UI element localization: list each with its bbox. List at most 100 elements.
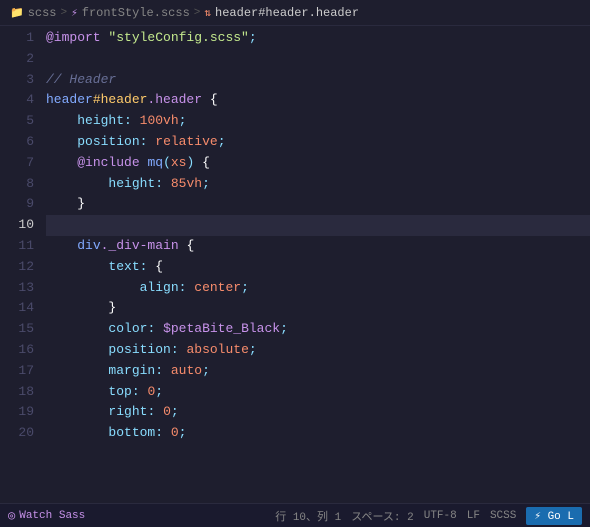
line-num-19: 19 (0, 402, 46, 423)
watch-sass-button[interactable]: ◎ Watch Sass (8, 508, 85, 523)
token (46, 402, 108, 423)
breadcrumb-file[interactable]: ⚡ frontStyle.scss (71, 6, 190, 20)
editor: 1 2 3 4 5 6 7 8 9 10 11 12 13 14 15 16 1… (0, 26, 590, 503)
token: : (147, 319, 155, 340)
line-num-4: 4 (0, 90, 46, 111)
token: @include (77, 153, 139, 174)
token: : (140, 132, 148, 153)
breadcrumb-symbol-label: header#header.header (215, 6, 359, 20)
token (179, 236, 187, 257)
token: .header (147, 90, 202, 111)
token: 0 (163, 402, 171, 423)
token: ; (280, 319, 288, 340)
line-num-8: 8 (0, 174, 46, 195)
token: xs (171, 153, 187, 174)
line-num-15: 15 (0, 319, 46, 340)
code-area[interactable]: @import "styleConfig.scss" ; // Header h… (46, 26, 590, 503)
token: : (147, 402, 155, 423)
line-num-14: 14 (0, 298, 46, 319)
sass-file-icon: ⚡ (71, 6, 78, 20)
language-indicator[interactable]: SCSS (490, 510, 516, 522)
token (179, 340, 187, 361)
token (163, 423, 171, 444)
token: text (108, 257, 139, 278)
token: 0 (171, 423, 179, 444)
watch-sass-label: Watch Sass (19, 510, 85, 522)
token (46, 340, 108, 361)
token (147, 132, 155, 153)
token (132, 111, 140, 132)
token (46, 111, 77, 132)
line-num-6: 6 (0, 132, 46, 153)
code-line-20: bottom : 0 ; (46, 423, 590, 444)
token (186, 278, 194, 299)
code-line-18: top : 0 ; (46, 382, 590, 403)
cursor-position[interactable]: 行 10、列 1 (275, 508, 341, 524)
token: top (108, 382, 131, 403)
code-line-13: align : center ; (46, 278, 590, 299)
token: right (108, 402, 147, 423)
line-ending-label: LF (467, 510, 480, 522)
go-live-button[interactable]: ⚡ Go L (526, 507, 582, 525)
token: : (155, 423, 163, 444)
status-bar-left: ◎ Watch Sass (8, 508, 85, 523)
token: // Header (46, 70, 116, 91)
token: ; (179, 111, 187, 132)
token: ; (171, 402, 179, 423)
breadcrumb-symbol[interactable]: ⇅ header#header.header (204, 6, 359, 20)
line-num-17: 17 (0, 361, 46, 382)
token: { (210, 90, 218, 111)
status-bar-right: 行 10、列 1 スペース: 2 UTF-8 LF SCSS ⚡ Go L (275, 507, 582, 525)
token: ; (179, 423, 187, 444)
token (46, 194, 77, 215)
token (163, 361, 171, 382)
code-line-8: height : 85vh ; (46, 174, 590, 195)
token (46, 382, 108, 403)
line-ending-indicator[interactable]: LF (467, 510, 480, 522)
token: ; (155, 382, 163, 403)
token: ; (218, 132, 226, 153)
token (155, 402, 163, 423)
spaces-indicator[interactable]: スペース: 2 (351, 508, 413, 524)
token: } (77, 194, 85, 215)
token: align (140, 278, 179, 299)
token: } (108, 298, 116, 319)
status-bar: ◎ Watch Sass 行 10、列 1 スペース: 2 UTF-8 LF S… (0, 503, 590, 527)
token (46, 174, 108, 195)
code-line-17: margin : auto ; (46, 361, 590, 382)
token: header (46, 90, 93, 111)
line-num-1: 1 (0, 28, 46, 49)
breadcrumb: 📁 scss > ⚡ frontStyle.scss > ⇅ header#he… (0, 0, 590, 26)
code-line-6: position : relative ; (46, 132, 590, 153)
token: : (179, 278, 187, 299)
token (194, 153, 202, 174)
token: : (155, 361, 163, 382)
token (46, 423, 108, 444)
code-line-2 (46, 49, 590, 70)
code-line-16: position : absolute ; (46, 340, 590, 361)
breadcrumb-folder[interactable]: 📁 scss (10, 6, 57, 20)
line-num-11: 11 (0, 236, 46, 257)
line-num-20: 20 (0, 423, 46, 444)
line-num-9: 9 (0, 194, 46, 215)
token (46, 298, 108, 319)
token: ( (163, 153, 171, 174)
token: color (108, 319, 147, 340)
token (163, 174, 171, 195)
code-line-4: header #header .header { (46, 90, 590, 111)
code-line-10 (46, 215, 590, 236)
language-label: SCSS (490, 510, 516, 522)
token: relative (155, 132, 217, 153)
token: ; (241, 278, 249, 299)
token (46, 236, 77, 257)
line-num-7: 7 (0, 153, 46, 174)
line-num-13: 13 (0, 278, 46, 299)
encoding-indicator[interactable]: UTF-8 (424, 510, 457, 522)
token: ) (186, 153, 194, 174)
breadcrumb-file-label: frontStyle.scss (82, 6, 190, 20)
code-line-5: height : 100vh ; (46, 111, 590, 132)
code-line-1: @import "styleConfig.scss" ; (46, 28, 590, 49)
token (155, 319, 163, 340)
line-num-16: 16 (0, 340, 46, 361)
token (46, 153, 77, 174)
